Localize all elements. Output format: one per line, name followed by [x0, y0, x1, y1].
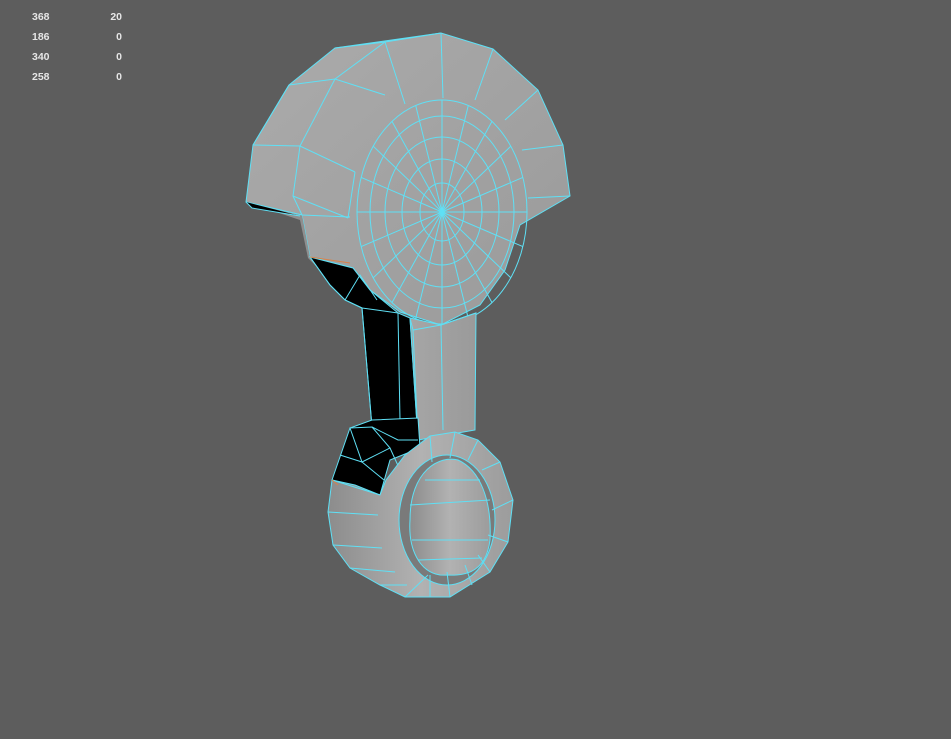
3d-viewport[interactable]: 368 20 186 0 340 0 258 0 — [0, 0, 951, 739]
piston-mesh[interactable] — [0, 0, 951, 739]
rod-big-end[interactable] — [327, 417, 514, 598]
